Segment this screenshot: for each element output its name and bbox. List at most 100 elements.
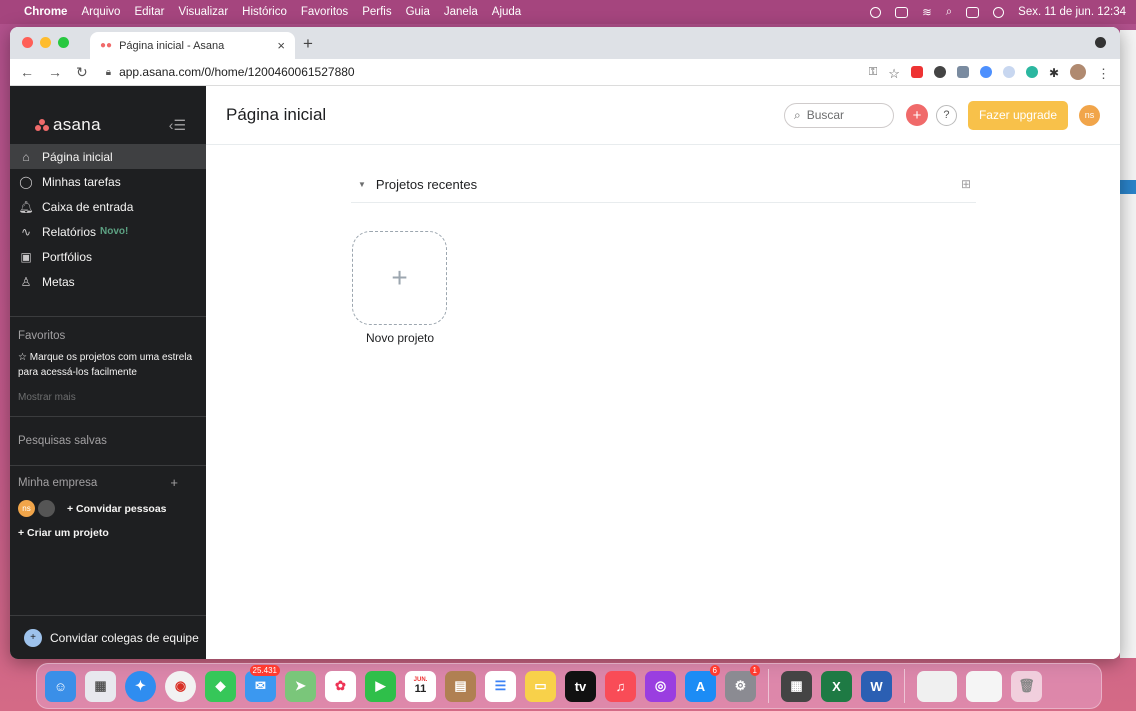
new-tab-button[interactable]: + bbox=[303, 34, 313, 54]
system-preferences-icon[interactable]: ⚙ 1 bbox=[725, 664, 760, 702]
close-window-button[interactable] bbox=[22, 37, 33, 48]
menu-ajuda[interactable]: Ajuda bbox=[492, 6, 521, 18]
sidebar-item-inbox[interactable]: 🔔︎ Caixa de entrada bbox=[10, 194, 206, 219]
upgrade-button[interactable]: Fazer upgrade bbox=[967, 100, 1068, 130]
app-store-icon[interactable]: A 6 bbox=[685, 664, 720, 702]
back-arrow-icon[interactable]: ← bbox=[20, 64, 34, 80]
recent-document-thumbnail[interactable] bbox=[966, 670, 1002, 702]
home-icon: ⌂ bbox=[22, 149, 30, 164]
collapse-triangle-icon[interactable]: ▼ bbox=[358, 180, 366, 189]
calendar-icon[interactable]: JUN. 11 bbox=[405, 670, 436, 702]
team-title[interactable]: Minha empresa bbox=[18, 477, 97, 489]
sidebar-item-home[interactable]: ⌂ Página inicial bbox=[10, 144, 206, 169]
contacts-icon[interactable]: ▤ bbox=[445, 670, 476, 702]
extension-green-icon[interactable] bbox=[1025, 66, 1038, 78]
invite-colleagues-button[interactable]: + Convidar colegas de equipe bbox=[10, 615, 206, 659]
trash-icon[interactable]: 🗑︎ bbox=[1011, 670, 1042, 702]
menu-janela[interactable]: Janela bbox=[444, 6, 478, 18]
chrome-icon[interactable]: ◉ bbox=[165, 670, 196, 702]
maps-icon[interactable]: ➤ bbox=[285, 670, 316, 702]
zoom-window-button[interactable] bbox=[58, 37, 69, 48]
avatar-placeholder[interactable] bbox=[38, 500, 55, 517]
bookmark-star-icon[interactable]: ☆ bbox=[888, 66, 900, 81]
invite-people-button[interactable]: + Convidar pessoas bbox=[67, 503, 167, 515]
tab-search-icon[interactable] bbox=[1095, 37, 1106, 48]
notes-icon[interactable]: ▭ bbox=[525, 670, 556, 702]
invite-colleagues-label: Convidar colegas de equipe bbox=[50, 630, 199, 645]
play-status-icon[interactable] bbox=[870, 6, 882, 18]
asana-logo-icon[interactable] bbox=[35, 119, 49, 131]
tab-close-icon[interactable]: × bbox=[277, 38, 285, 53]
menu-guia[interactable]: Guia bbox=[406, 6, 430, 18]
menu-visualizar[interactable]: Visualizar bbox=[179, 6, 229, 18]
menu-perfis[interactable]: Perfis bbox=[362, 6, 391, 18]
sidebar-divider bbox=[10, 316, 206, 317]
extension-search-icon[interactable] bbox=[979, 66, 992, 78]
collapse-sidebar-icon[interactable]: ‹☰ bbox=[169, 117, 186, 134]
new-project-tile[interactable]: + bbox=[352, 231, 447, 325]
extension-zoom-icon[interactable] bbox=[1002, 66, 1015, 78]
sidebar-item-portfolios[interactable]: ▣ Portfólios bbox=[10, 244, 206, 269]
chrome-window: ●● Página inicial - Asana × + ← → ↻ 🔒︎ a… bbox=[10, 27, 1120, 659]
sidebar-item-my-tasks[interactable]: ◯ Minhas tarefas bbox=[10, 169, 206, 194]
address-bar[interactable]: 🔒︎ app.asana.com/0/home/1200460061527880 bbox=[106, 65, 355, 79]
facetime-icon[interactable]: ▶ bbox=[365, 670, 396, 702]
menu-arquivo[interactable]: Arquivo bbox=[81, 6, 120, 18]
safari-icon[interactable]: ✦ bbox=[125, 670, 156, 702]
spotlight-icon[interactable]: ⌕ bbox=[946, 6, 952, 19]
reminders-icon[interactable]: ☰ bbox=[485, 670, 516, 702]
sidebar-item-reports[interactable]: ∿ Relatórios Novo! bbox=[10, 219, 206, 244]
photos-icon[interactable]: ✿ bbox=[325, 670, 356, 702]
user-avatar[interactable]: ns bbox=[1079, 104, 1100, 126]
excel-icon[interactable]: X bbox=[821, 670, 852, 702]
menu-historico[interactable]: Histórico bbox=[242, 6, 287, 18]
create-project-button[interactable]: + Criar um projeto bbox=[10, 527, 206, 539]
launchpad-icon[interactable]: ▦ bbox=[85, 670, 116, 702]
music-icon[interactable]: ♫ bbox=[605, 670, 636, 702]
siri-icon[interactable] bbox=[993, 6, 1005, 18]
extension-code-icon[interactable] bbox=[956, 66, 969, 78]
tab-title: Página inicial - Asana bbox=[119, 39, 225, 52]
saved-searches-title[interactable]: Pesquisas salvas bbox=[10, 435, 206, 447]
menu-favoritos[interactable]: Favoritos bbox=[301, 6, 348, 18]
avatar[interactable]: ns bbox=[18, 500, 35, 517]
chrome-menu-icon[interactable]: ⋮ bbox=[1097, 66, 1110, 81]
grid-view-icon[interactable]: ⊞ bbox=[961, 177, 971, 191]
podcasts-icon[interactable]: ◎ bbox=[645, 670, 676, 702]
wifi-icon[interactable]: ≋ bbox=[922, 5, 932, 19]
team-header: Minha empresa + bbox=[10, 475, 206, 490]
new-project-label[interactable]: Novo projeto bbox=[366, 331, 434, 345]
puzzle-extensions-icon[interactable]: ✱ bbox=[1049, 66, 1059, 80]
team-add-icon[interactable]: + bbox=[170, 475, 178, 490]
browser-tab-active[interactable]: ●● Página inicial - Asana × bbox=[90, 32, 295, 59]
forward-arrow-icon[interactable]: → bbox=[48, 64, 62, 80]
minimize-window-button[interactable] bbox=[40, 37, 51, 48]
sidebar-item-label: Minhas tarefas bbox=[42, 174, 121, 189]
asana-logo-text[interactable]: asana bbox=[53, 115, 101, 135]
menu-editar[interactable]: Editar bbox=[134, 6, 164, 18]
menu-app-name[interactable]: Chrome bbox=[24, 6, 67, 18]
finder-icon[interactable]: ☺ bbox=[45, 670, 76, 702]
calculator-icon[interactable]: ▦ bbox=[781, 670, 812, 702]
mail-icon[interactable]: ✉ 25.431 bbox=[245, 664, 280, 702]
battery-icon[interactable] bbox=[895, 6, 909, 18]
reload-icon[interactable]: ↻ bbox=[76, 64, 88, 81]
show-more-link[interactable]: Mostrar mais bbox=[10, 392, 206, 403]
sidebar-item-goals[interactable]: ♙ Metas bbox=[10, 269, 206, 294]
search-input[interactable]: ⌕ Buscar bbox=[783, 102, 894, 128]
apple-tv-icon[interactable]: tv bbox=[565, 670, 596, 702]
extension-red-icon[interactable] bbox=[910, 66, 923, 78]
help-button[interactable]: ? bbox=[935, 104, 957, 126]
favorites-title[interactable]: Favoritos bbox=[10, 330, 206, 342]
control-center-icon[interactable] bbox=[966, 6, 980, 18]
recent-projects-title[interactable]: Projetos recentes bbox=[376, 177, 477, 192]
sidebar: asana ‹☰ ⌂ Página inicial ◯ Minhas taref… bbox=[10, 86, 206, 659]
quick-add-button[interactable]: + bbox=[905, 104, 928, 126]
menubar-clock[interactable]: Sex. 11 de jun. 12:34 bbox=[1018, 6, 1126, 18]
recent-window-thumbnail[interactable] bbox=[917, 670, 957, 702]
word-icon[interactable]: W bbox=[861, 670, 892, 702]
messages-icon[interactable]: ◆ bbox=[205, 670, 236, 702]
key-icon[interactable]: ⚿ bbox=[869, 66, 877, 78]
extension-dark-icon[interactable] bbox=[933, 66, 946, 78]
profile-avatar-icon[interactable] bbox=[1070, 64, 1086, 80]
